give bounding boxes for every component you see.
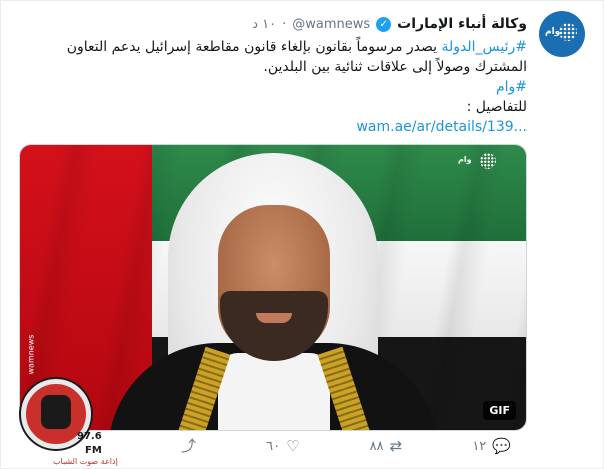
radio-station-name: إذاعة صوت الشباب	[53, 457, 118, 466]
reply-count: ١٢	[472, 438, 487, 454]
timestamp[interactable]: ١٠ د	[252, 17, 276, 32]
tweet-header: وكالة أنباء الإمارات ✓ @wamnews · ١٠ د	[252, 15, 527, 33]
portrait-image	[108, 153, 438, 430]
details-label: للتفاصيل :	[466, 99, 527, 115]
share-button[interactable]: ⤴	[181, 436, 197, 455]
radio-station-watermark: 97.6 FM إذاعة صوت الشباب	[11, 373, 123, 469]
like-count: ٦٠	[266, 438, 281, 454]
gif-badge: GIF	[483, 401, 516, 420]
reply-button[interactable]: ١٢ 💬	[472, 436, 511, 455]
like-button[interactable]: ٦٠ ♡	[266, 436, 300, 455]
retweet-count: ٨٨	[369, 438, 384, 454]
tweet-text: #رئيس_الدولة يصدر مرسوماً بقانون بإلغاء …	[22, 37, 527, 137]
avatar-logo-text: وام	[545, 27, 561, 37]
fist-icon	[41, 395, 71, 429]
media-logo-text: وام	[458, 155, 472, 164]
verified-badge-icon: ✓	[376, 16, 392, 32]
avatar[interactable]: وام	[539, 11, 585, 57]
reply-icon: 💬	[492, 436, 511, 455]
hashtag-wam[interactable]: #وام	[496, 79, 527, 95]
retweet-button[interactable]: ٨٨ ⇄	[369, 436, 403, 455]
tweet-card[interactable]: وام وكالة أنباء الإمارات ✓ @wamnews · ١٠…	[0, 0, 604, 469]
user-handle[interactable]: @wamnews	[292, 17, 370, 32]
radio-frequency: 97.6	[77, 431, 102, 442]
hashtag-president[interactable]: #رئيس_الدولة	[442, 39, 528, 55]
display-name[interactable]: وكالة أنباء الإمارات	[397, 16, 527, 32]
share-icon: ⤴	[181, 436, 197, 455]
radio-band: FM	[85, 445, 102, 456]
separator-dot: ·	[282, 16, 287, 32]
retweet-icon: ⇄	[389, 436, 403, 455]
tweet-line-1: #رئيس_الدولة يصدر مرسوماً بقانون بإلغاء …	[22, 37, 527, 77]
media-side-handle: wamnews	[26, 334, 36, 375]
details-link[interactable]: wam.ae/ar/details/139...	[356, 117, 527, 137]
heart-icon: ♡	[286, 436, 300, 455]
tweet-actions: ⤴ ٦٠ ♡ ٨٨ ⇄ ١٢ 💬	[181, 436, 511, 456]
wam-logo-icon: وام	[545, 23, 579, 45]
media-wam-logo-icon: وام	[458, 153, 496, 179]
